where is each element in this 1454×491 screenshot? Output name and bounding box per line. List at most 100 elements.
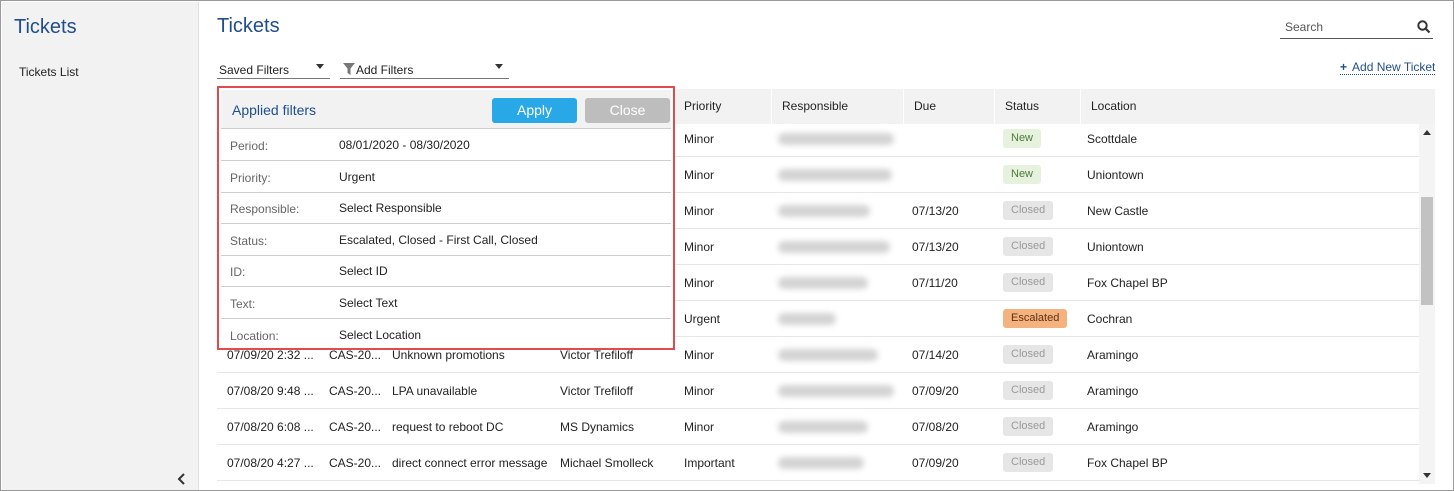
page-title: Tickets [217, 15, 280, 37]
sidebar-title: Tickets [14, 16, 77, 38]
filter-label: Status: [230, 233, 268, 248]
filter-row: Responsible: Select Responsible [221, 192, 671, 225]
filter-value[interactable]: 08/01/2020 - 08/30/2020 [339, 138, 470, 152]
cell-priority: Minor [684, 384, 715, 398]
cell-due: 07/14/20 [912, 348, 959, 362]
cell-due: 07/08/20 [912, 420, 959, 434]
cell-location: Fox Chapel BP [1087, 276, 1168, 290]
filter-label: Period: [230, 139, 269, 153]
collapse-sidebar-button[interactable] [174, 471, 190, 487]
filter-row: Location: Select Location [221, 319, 671, 351]
saved-filters-dropdown[interactable]: Saved Filters [217, 59, 330, 79]
column-header-status[interactable]: Status [1005, 99, 1039, 113]
cell-id: CAS-20... [329, 456, 382, 470]
status-badge: Closed [1003, 273, 1054, 292]
cell-id: CAS-20... [329, 384, 382, 398]
saved-filters-label: Saved Filters [219, 63, 290, 77]
cell-priority: Important [684, 456, 735, 470]
cell-owner: Victor Trefiloff [560, 384, 633, 398]
redacted-responsible [778, 133, 894, 145]
filter-row: ID: Select ID [221, 255, 671, 288]
sidebar-item-tickets-list[interactable]: Tickets List [19, 65, 79, 79]
scrollbar-thumb[interactable] [1421, 197, 1433, 305]
cell-due: 07/11/20 [912, 276, 958, 290]
redacted-responsible [778, 457, 864, 469]
cell-priority: Urgent [684, 312, 721, 326]
redacted-responsible [778, 349, 878, 361]
cell-priority: Minor [684, 348, 715, 362]
status-badge: Escalated [1003, 309, 1068, 328]
filter-label: Location: [230, 328, 279, 343]
cell-title: LPA unavailable [392, 384, 478, 398]
scroll-down-icon[interactable] [1423, 473, 1431, 478]
filter-row: Priority: Urgent [221, 161, 671, 193]
column-divider [903, 89, 904, 124]
status-badge: New [1003, 129, 1042, 148]
cell-id: CAS-20... [329, 420, 382, 434]
table-row[interactable]: 07/08/20 4:27 ... CAS-20... direct connect… [217, 445, 1419, 481]
cell-created: 07/08/20 6:08 ... [227, 420, 314, 434]
cell-due: 07/09/20 [912, 456, 959, 470]
status-badge: Closed [1003, 417, 1054, 436]
cell-due: 07/13/20 [912, 240, 959, 254]
filter-row: Text: Select Text [221, 287, 671, 319]
filter-value[interactable]: Select Text [339, 296, 397, 310]
filter-label: Priority: [230, 170, 271, 185]
applied-filters-header: Applied filters Apply Close [221, 90, 671, 129]
cell-priority: Minor [684, 276, 715, 290]
redacted-responsible [778, 313, 836, 325]
cell-created: 07/08/20 4:27 ... [227, 456, 314, 470]
table-row[interactable]: 07/08/20 9:48 ... CAS-20... LPA unavailabl… [217, 373, 1419, 409]
column-header-priority[interactable]: Priority [684, 99, 721, 113]
filter-row: Status: Escalated, Closed - First Call, C… [221, 224, 671, 256]
cell-due: 07/09/20 [912, 384, 959, 398]
sidebar: Tickets Tickets List [2, 2, 199, 490]
table-row[interactable]: 07/08/20 6:08 ... CAS-20... request to reb… [217, 409, 1419, 445]
filter-label: Responsible: [230, 202, 300, 217]
cell-priority: Minor [684, 204, 715, 218]
add-new-ticket-label: Add New Ticket [1352, 60, 1436, 74]
cell-location: Uniontown [1087, 168, 1144, 182]
search-box[interactable] [1280, 17, 1433, 39]
redacted-responsible [778, 241, 890, 253]
status-badge: New [1003, 165, 1042, 184]
close-button[interactable]: Close [585, 98, 670, 123]
status-badge: Closed [1003, 201, 1054, 220]
apply-button[interactable]: Apply [492, 98, 577, 123]
cell-owner: MS Dynamics [560, 420, 635, 434]
column-header-due[interactable]: Due [914, 99, 936, 113]
add-filters-label: Add Filters [356, 63, 414, 77]
filter-value[interactable]: Select Responsible [339, 201, 442, 215]
chevron-down-icon [316, 64, 324, 69]
redacted-responsible [778, 169, 892, 181]
redacted-responsible [778, 277, 868, 289]
cell-location: Fox Chapel BP [1087, 456, 1168, 470]
cell-location: Cochran [1087, 312, 1133, 326]
add-filters-dropdown[interactable]: Add Filters [340, 59, 509, 79]
filter-value[interactable]: Urgent [339, 170, 375, 184]
search-input[interactable] [1285, 20, 1413, 34]
column-header-location[interactable]: Location [1091, 99, 1136, 113]
redacted-responsible [778, 385, 894, 397]
cell-location: Uniontown [1087, 240, 1144, 254]
add-new-ticket-link[interactable]: + Add New Ticket [1340, 60, 1436, 75]
status-badge: Closed [1003, 237, 1054, 256]
cell-location: New Castle [1087, 204, 1149, 218]
cell-location: Aramingo [1087, 384, 1139, 398]
column-header-responsible[interactable]: Responsible [782, 99, 848, 113]
scroll-up-icon[interactable] [1423, 130, 1431, 135]
search-icon[interactable] [1417, 20, 1431, 34]
vertical-scrollbar[interactable] [1419, 124, 1435, 484]
column-divider [771, 89, 772, 124]
status-badge: Closed [1003, 345, 1054, 364]
plus-icon: + [1340, 60, 1348, 74]
applied-filters-title: Applied filters [232, 102, 317, 118]
filter-value[interactable]: Select ID [339, 264, 388, 278]
filter-label: Text: [230, 297, 256, 311]
cell-location: Scottdale [1087, 132, 1138, 146]
filter-value[interactable]: Select Location [339, 328, 421, 342]
filter-row: Period: 08/01/2020 - 08/30/2020 [221, 129, 671, 161]
filter-value[interactable]: Escalated, Closed - First Call, Closed [339, 233, 538, 247]
filter-label: ID: [230, 265, 246, 280]
filter-icon [343, 63, 355, 75]
